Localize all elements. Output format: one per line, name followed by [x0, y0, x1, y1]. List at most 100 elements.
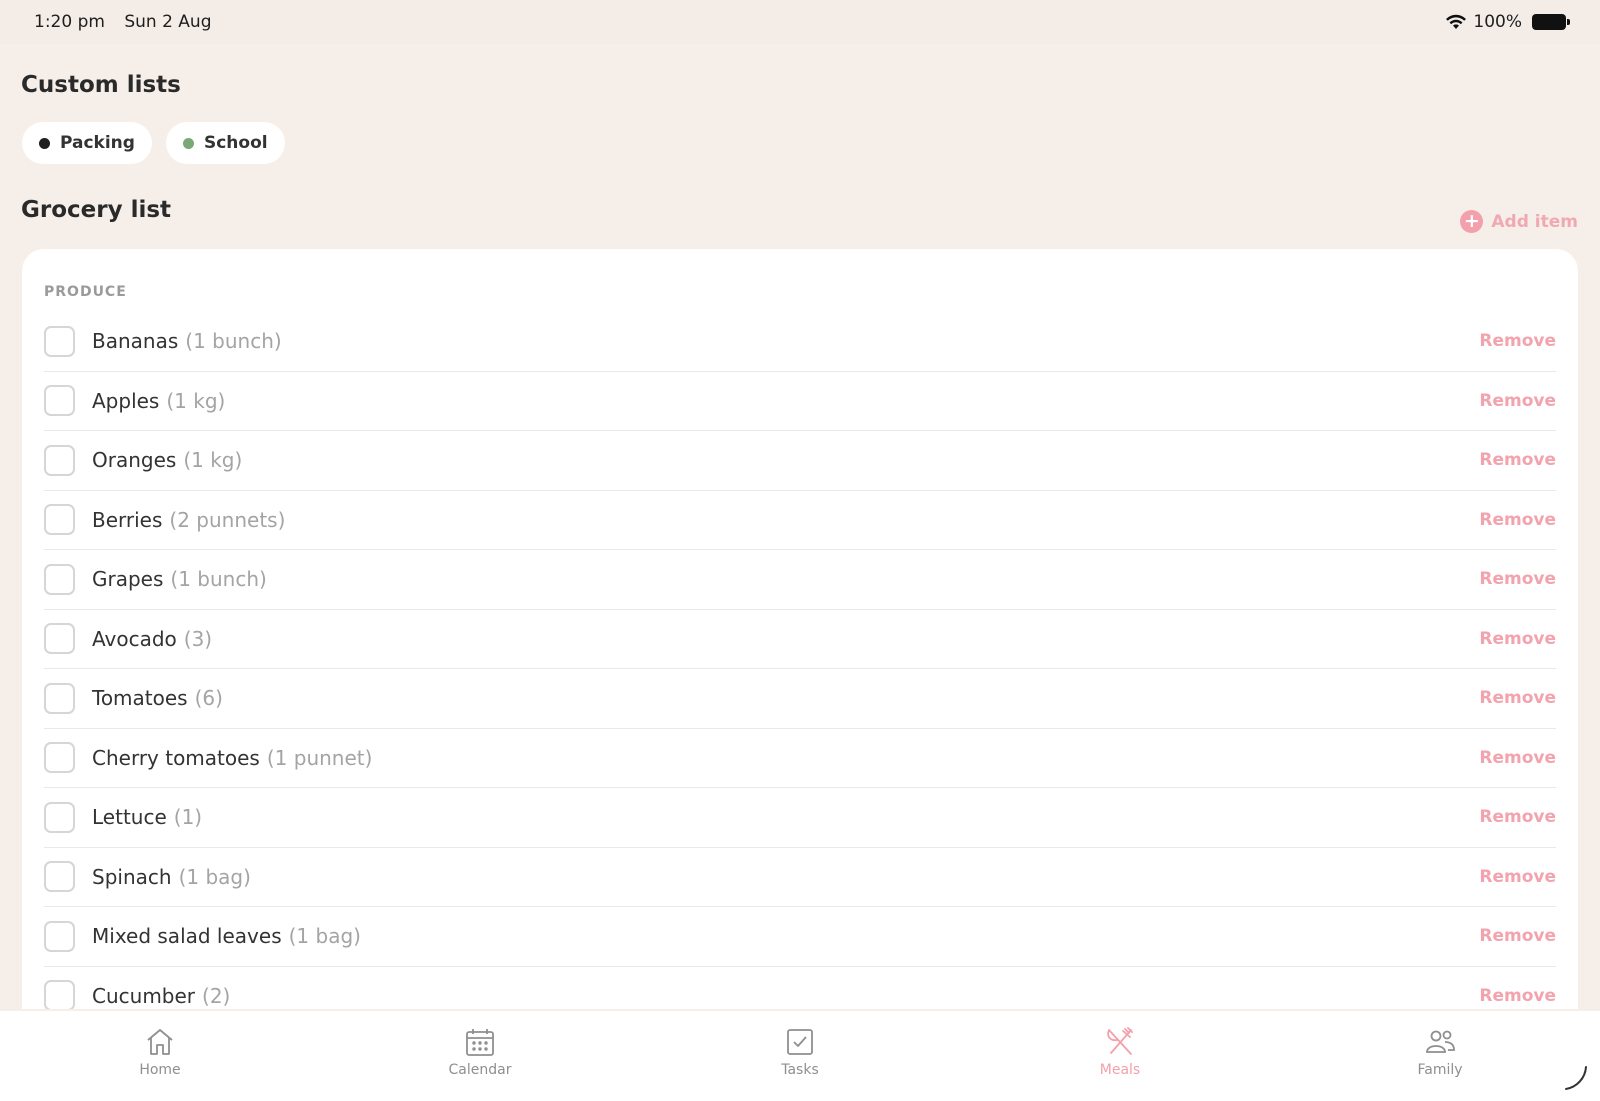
list-item: Bananas (1 bunch) Remove	[44, 312, 1556, 372]
tab-meals[interactable]: Meals	[960, 1025, 1280, 1101]
category-heading: PRODUCE	[44, 284, 127, 300]
remove-button[interactable]: Remove	[1479, 986, 1556, 1006]
list-item-left: Cucumber (2)	[44, 980, 230, 1009]
battery-icon	[1532, 14, 1570, 30]
status-right: 100%	[1445, 12, 1570, 32]
remove-button[interactable]: Remove	[1479, 807, 1556, 827]
chip-school-dot	[182, 137, 194, 149]
item-checkbox[interactable]	[44, 325, 75, 357]
item-name: Spinach	[92, 864, 172, 889]
list-item-left: Oranges (1 kg)	[44, 444, 243, 476]
list-item-left: Spinach (1 bag)	[44, 861, 251, 893]
remove-button[interactable]: Remove	[1479, 867, 1556, 887]
item-name: Berries	[92, 507, 163, 532]
item-name: Apples	[92, 388, 160, 413]
status-left: 1:20 pm Sun 2 Aug	[34, 12, 226, 32]
remove-button[interactable]: Remove	[1479, 688, 1556, 708]
item-quantity: (6)	[194, 686, 223, 711]
plus-icon: +	[1460, 210, 1484, 233]
status-bar: 1:20 pm Sun 2 Aug 100%	[0, 0, 1600, 44]
wifi-icon	[1446, 14, 1467, 29]
item-checkbox[interactable]	[44, 920, 75, 952]
list-item: Avocado (3) Remove	[44, 610, 1556, 669]
remove-button[interactable]: Remove	[1479, 748, 1556, 768]
add-item-label: Add item	[1491, 211, 1578, 232]
list-item-left: Tomatoes (6)	[44, 682, 223, 714]
list-item: Berries (2 punnets) Remove	[44, 491, 1556, 550]
list-item-left: Cherry tomatoes (1 punnet)	[44, 742, 373, 774]
list-item-left: Grapes (1 bunch)	[44, 563, 267, 595]
item-checkbox[interactable]	[44, 385, 75, 417]
grocery-items: Bananas (1 bunch) Remove Apples (1 kg) Remove…	[44, 312, 1556, 1009]
item-quantity: (1 bag)	[288, 924, 361, 949]
item-name: Mixed salad leaves	[92, 924, 282, 949]
status-time: 1:20 pm	[34, 12, 105, 32]
remove-button[interactable]: Remove	[1479, 629, 1556, 649]
list-item: Grapes (1 bunch) Remove	[44, 550, 1556, 610]
item-quantity: (1 bunch)	[185, 329, 282, 354]
item-quantity: (2 punnets)	[169, 507, 286, 532]
tasks-icon	[787, 1029, 813, 1055]
item-name: Lettuce	[92, 805, 167, 830]
tab-home-label: Home	[139, 1062, 181, 1078]
tab-tasks[interactable]: Tasks	[640, 1025, 960, 1101]
item-checkbox[interactable]	[44, 861, 75, 893]
list-item: Cucumber (2) Remove	[44, 967, 1556, 1009]
add-item-button[interactable]: + Add item	[1460, 210, 1578, 233]
battery-percentage: 100%	[1473, 12, 1522, 32]
custom-lists-chips: Packing School	[22, 122, 285, 164]
tab-meals-label: Meals	[1099, 1062, 1141, 1078]
tab-family-label: Family	[1417, 1062, 1463, 1078]
item-checkbox[interactable]	[44, 623, 75, 655]
item-quantity: (2)	[202, 983, 231, 1008]
grocery-list-card: PRODUCE Bananas (1 bunch) Remove Apples (1 k…	[22, 249, 1578, 1009]
item-name: Tomatoes	[92, 686, 188, 711]
item-name: Avocado	[92, 626, 177, 651]
item-checkbox[interactable]	[44, 563, 75, 595]
item-quantity: (1 bag)	[178, 864, 251, 889]
chip-packing[interactable]: Packing	[22, 122, 152, 164]
chip-school-label: School	[203, 133, 268, 153]
resize-handle-icon	[1565, 1066, 1587, 1090]
tab-tasks-label: Tasks	[781, 1062, 819, 1078]
remove-button[interactable]: Remove	[1479, 391, 1556, 411]
tab-home[interactable]: Home	[0, 1025, 320, 1101]
tab-calendar-label: Calendar	[448, 1062, 512, 1078]
item-checkbox[interactable]	[44, 682, 75, 714]
list-item-left: Avocado (3)	[44, 623, 212, 655]
custom-lists-title: Custom lists	[21, 72, 181, 98]
list-item-left: Bananas (1 bunch)	[44, 325, 282, 357]
item-name: Bananas	[92, 329, 179, 354]
remove-button[interactable]: Remove	[1479, 510, 1556, 530]
item-quantity: (1 punnet)	[266, 745, 373, 770]
item-name: Oranges	[92, 448, 177, 473]
chip-school[interactable]: School	[165, 122, 285, 164]
item-checkbox[interactable]	[44, 801, 75, 833]
tab-family[interactable]: Family	[1280, 1025, 1600, 1101]
item-checkbox[interactable]	[44, 742, 75, 774]
family-icon	[1426, 1030, 1455, 1053]
list-item: Apples (1 kg) Remove	[44, 372, 1556, 431]
item-name: Cucumber	[92, 983, 196, 1008]
list-item: Lettuce (1) Remove	[44, 788, 1556, 848]
list-item: Cherry tomatoes (1 punnet) Remove	[44, 729, 1556, 788]
list-item-left: Mixed salad leaves (1 bag)	[44, 920, 361, 952]
item-checkbox[interactable]	[44, 444, 75, 476]
remove-button[interactable]: Remove	[1479, 331, 1556, 351]
chip-packing-dot	[39, 137, 50, 149]
item-checkbox[interactable]	[44, 504, 75, 536]
list-item: Tomatoes (6) Remove	[44, 669, 1556, 729]
meals-icon	[1107, 1027, 1133, 1055]
remove-button[interactable]: Remove	[1479, 926, 1556, 946]
remove-button[interactable]: Remove	[1479, 569, 1556, 589]
calendar-icon	[466, 1029, 494, 1056]
item-checkbox[interactable]	[44, 980, 75, 1009]
item-quantity: (1 bunch)	[170, 567, 267, 592]
item-name: Cherry tomatoes	[92, 745, 260, 770]
tab-calendar[interactable]: Calendar	[320, 1025, 640, 1101]
remove-button[interactable]: Remove	[1479, 450, 1556, 470]
grocery-list-title: Grocery list	[21, 197, 172, 223]
list-item-left: Apples (1 kg)	[44, 385, 225, 417]
tab-bar: Home Calendar Tasks Meals Family	[0, 1011, 1600, 1101]
item-quantity: (1 kg)	[183, 448, 243, 473]
